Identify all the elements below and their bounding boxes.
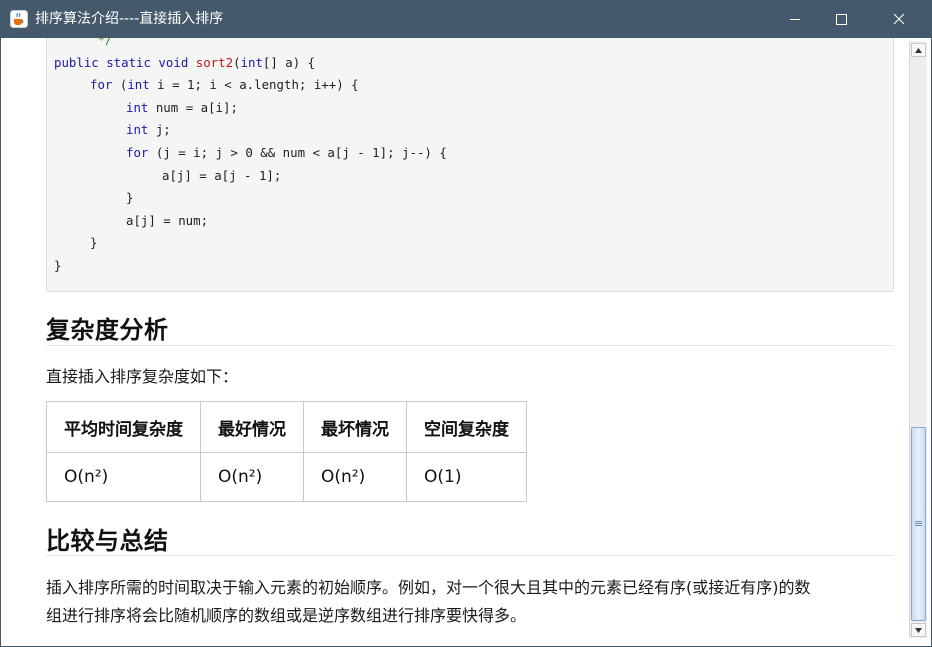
maximize-icon: [836, 14, 847, 25]
table-row: O(n²) O(n²) O(n²) O(1): [46, 452, 527, 502]
table-header-cell: 最好情况: [200, 401, 304, 453]
minimize-button-real[interactable]: [772, 0, 818, 38]
code-line: for (j = i; j > 0 && num < a[j - 1]; j--…: [126, 142, 447, 164]
code-token: (: [233, 54, 241, 70]
code-token: sort2: [195, 54, 234, 70]
grip-line: [915, 525, 922, 526]
table-header-cell: 最坏情况: [303, 401, 407, 453]
table-cell: O(n²): [46, 452, 201, 502]
code-line: a[j] = num;: [126, 210, 208, 232]
code-token: num = a[i];: [148, 99, 238, 115]
code-token: i = 1; i < a.length; i++) {: [149, 77, 359, 93]
table-cell: O(n²): [303, 452, 407, 502]
minimize-icon: [790, 19, 800, 20]
code-token: (j = i; j > 0 && num < a[j - 1]; j--) {: [148, 145, 447, 160]
heading-rule: [46, 345, 894, 346]
code-line: }: [90, 232, 97, 254]
grip-line: [915, 523, 922, 524]
code-token: (: [112, 77, 128, 93]
code-line: */: [90, 38, 112, 51]
code-token: }: [126, 190, 134, 206]
code-token: public static void: [54, 54, 196, 70]
code-line: public static void sort2(int[] a) {: [54, 52, 315, 74]
code-token: a[j] = num;: [126, 212, 209, 228]
summary-heading: 比较与总结: [46, 527, 169, 555]
code-line: int num = a[i];: [126, 97, 238, 119]
code-token: [] a) {: [262, 54, 316, 70]
scrollbar-thumb[interactable]: [911, 427, 926, 621]
scroll-down-button[interactable]: [911, 623, 926, 637]
code-token: */: [90, 38, 113, 47]
code-line: a[j] = a[j - 1];: [162, 165, 281, 187]
close-icon: [893, 13, 905, 25]
complexity-table: 平均时间复杂度 最好情况 最坏情况 空间复杂度 O(n²) O(n²) O(n²…: [46, 401, 527, 502]
arrow-up-icon: [915, 47, 922, 53]
code-line: int j;: [126, 119, 171, 141]
code-line: for (int i = 1; i < a.length; i++) {: [90, 74, 359, 96]
table-header-cell: 空间复杂度: [406, 401, 527, 453]
table-header-cell: 平均时间复杂度: [46, 401, 201, 453]
summary-line: 组进行排序将会比随机顺序的数组或是逆序数组进行排序要快得多。: [46, 606, 527, 625]
table-cell: O(1): [406, 452, 527, 502]
summary-line: 插入排序所需的时间取决于输入元素的初始顺序。例如，对一个很大且其中的元素已经有序…: [46, 578, 811, 597]
code-token: j;: [148, 122, 171, 138]
code-token: for: [126, 145, 149, 160]
maximize-button[interactable]: [818, 0, 864, 38]
code-token: a[j] = a[j - 1];: [162, 167, 282, 183]
code-token: }: [90, 235, 98, 251]
vertical-scrollbar[interactable]: [909, 41, 927, 638]
table-header-row: 平均时间复杂度 最好情况 最坏情况 空间复杂度: [46, 401, 527, 453]
code-token: for: [90, 77, 113, 93]
grip-line: [915, 521, 922, 522]
code-token: int: [126, 122, 149, 138]
java-cup-icon: [10, 10, 28, 28]
code-token: int: [240, 54, 263, 70]
code-line: }: [126, 187, 133, 209]
close-button[interactable]: [876, 0, 922, 38]
table-cell: O(n²): [200, 452, 304, 502]
document-viewport[interactable]: */public static void sort2(int[] a) {for…: [1, 38, 909, 642]
code-line: }: [54, 255, 61, 277]
scroll-up-button[interactable]: [911, 43, 926, 57]
complexity-intro: 直接插入排序复杂度如下：: [46, 367, 239, 386]
window-title: 排序算法介绍----直接插入排序: [35, 11, 224, 27]
code-block: */public static void sort2(int[] a) {for…: [46, 38, 894, 292]
code-token: int: [126, 99, 149, 115]
code-token: int: [127, 77, 150, 93]
code-token: }: [54, 258, 62, 273]
heading-rule: [46, 555, 894, 556]
arrow-down-icon: [915, 627, 922, 633]
complexity-heading: 复杂度分析: [46, 316, 169, 344]
content-frame: */public static void sort2(int[] a) {for…: [1, 38, 931, 646]
